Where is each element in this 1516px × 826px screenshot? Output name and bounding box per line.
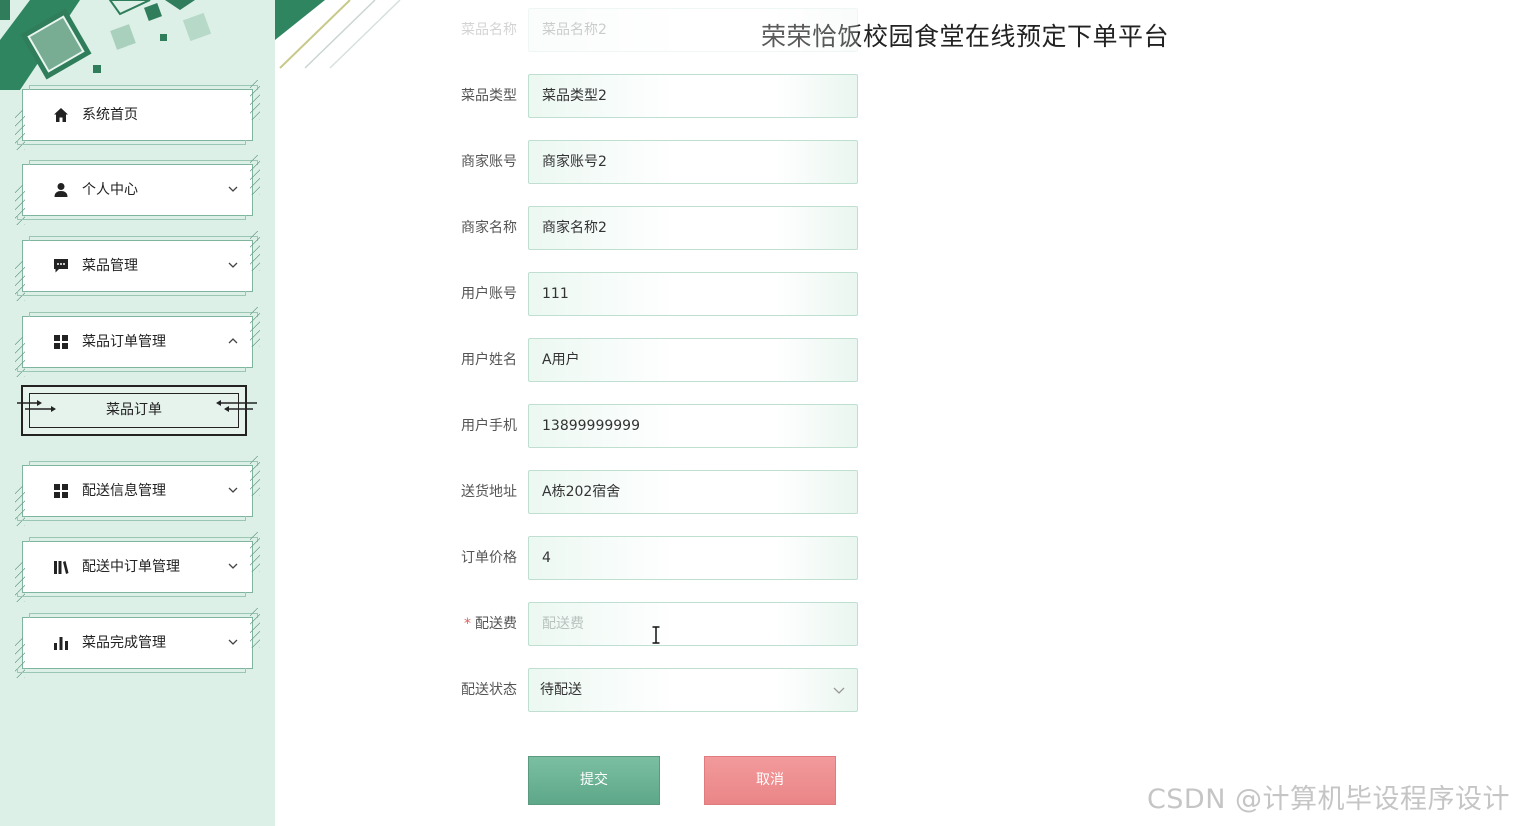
field-label: 商家名称	[461, 220, 517, 236]
field-label: 用户手机	[461, 418, 517, 434]
chevron-down-icon	[228, 262, 238, 268]
form-row-user-phone: 用户手机 13899999999	[440, 404, 860, 448]
merchant-account-field[interactable]: 商家账号2	[528, 140, 858, 184]
sidebar-item-label: 个人中心	[82, 182, 138, 198]
dish-name-field[interactable]: 菜品名称2	[528, 8, 858, 52]
form-row-merchant-account: 商家账号 商家账号2	[440, 140, 860, 184]
field-label: 配送状态	[461, 682, 517, 698]
select-value: 待配送	[540, 682, 582, 698]
library-icon	[53, 559, 69, 575]
form-row-dish-type: 菜品类型 菜品类型2	[440, 74, 860, 118]
field-label: 菜品名称	[461, 22, 517, 38]
form-row-user-name: 用户姓名 A用户	[440, 338, 860, 382]
user-name-field[interactable]: A用户	[528, 338, 858, 382]
merchant-name-field[interactable]: 商家名称2	[528, 206, 858, 250]
sidebar: 系统首页 个人中心 菜品管理 菜品订单管理 菜品订单 配送信息管理 配送中订单管…	[0, 0, 275, 826]
grid-icon	[53, 483, 69, 499]
chevron-up-icon	[228, 338, 238, 344]
form-row-delivery-fee: * 配送费 配送费	[440, 602, 860, 646]
sidebar-item-personal-center[interactable]: 个人中心	[15, 155, 260, 225]
chevron-down-icon	[228, 639, 238, 645]
delivery-fee-input[interactable]: 配送费	[528, 602, 858, 646]
form-row-dish-name: 菜品名称 菜品名称2	[440, 8, 860, 52]
chevron-down-icon	[833, 687, 845, 694]
user-phone-field[interactable]: 13899999999	[528, 404, 858, 448]
field-label: 用户账号	[461, 286, 517, 302]
sidebar-item-dish-order-management[interactable]: 菜品订单管理	[15, 307, 260, 377]
chat-icon	[53, 258, 69, 274]
field-label: 用户姓名	[461, 352, 517, 368]
field-label: 菜品类型	[461, 88, 517, 104]
sidebar-item-label: 系统首页	[82, 107, 138, 123]
sidebar-subitem-label: 菜品订单	[106, 402, 162, 418]
sidebar-item-label: 菜品完成管理	[82, 635, 166, 651]
grid-icon	[53, 334, 69, 350]
text-cursor-icon	[652, 626, 660, 644]
dish-type-field[interactable]: 菜品类型2	[528, 74, 858, 118]
sidebar-item-home[interactable]: 系统首页	[15, 80, 260, 150]
delivery-address-field[interactable]: A栋202宿舍	[528, 470, 858, 514]
chevron-down-icon	[228, 186, 238, 192]
form-row-user-account: 用户账号 111	[440, 272, 860, 316]
sidebar-item-delivering-order-management[interactable]: 配送中订单管理	[15, 532, 260, 602]
sidebar-subitem-dish-order[interactable]: 菜品订单	[17, 385, 257, 436]
cancel-button[interactable]: 取消	[704, 756, 836, 805]
field-label: 商家账号	[461, 154, 517, 170]
field-label: 订单价格	[461, 550, 517, 566]
delivery-status-select[interactable]: 待配送	[528, 668, 858, 712]
user-account-field[interactable]: 111	[528, 272, 858, 316]
decorative-lines	[275, 0, 401, 69]
form-row-delivery-address: 送货地址 A栋202宿舍	[440, 470, 860, 514]
chevron-down-icon	[228, 563, 238, 569]
field-label: 送货地址	[461, 484, 517, 500]
required-mark: *	[464, 616, 471, 632]
home-icon	[53, 107, 69, 123]
user-icon	[53, 182, 69, 198]
sidebar-item-delivery-info-management[interactable]: 配送信息管理	[15, 456, 260, 526]
field-label: * 配送费	[464, 602, 517, 646]
sidebar-item-label: 菜品订单管理	[82, 334, 166, 350]
decorative-pattern	[0, 0, 212, 90]
submit-button[interactable]: 提交	[528, 756, 660, 805]
form-row-merchant-name: 商家名称 商家名称2	[440, 206, 860, 250]
field-label-text: 配送费	[475, 616, 517, 632]
order-price-field[interactable]: 4	[528, 536, 858, 580]
sidebar-item-label: 配送信息管理	[82, 483, 166, 499]
form-row-order-price: 订单价格 4	[440, 536, 860, 580]
bar-chart-icon	[53, 635, 69, 651]
chevron-down-icon	[228, 487, 238, 493]
sidebar-item-dish-management[interactable]: 菜品管理	[15, 231, 260, 301]
form-row-delivery-status: 配送状态 待配送	[440, 668, 860, 712]
watermark: CSDN @计算机毕设程序设计	[1146, 784, 1510, 815]
sidebar-item-label: 菜品管理	[82, 258, 138, 274]
sidebar-item-dish-complete-management[interactable]: 菜品完成管理	[15, 608, 260, 678]
sidebar-item-label: 配送中订单管理	[82, 559, 180, 575]
